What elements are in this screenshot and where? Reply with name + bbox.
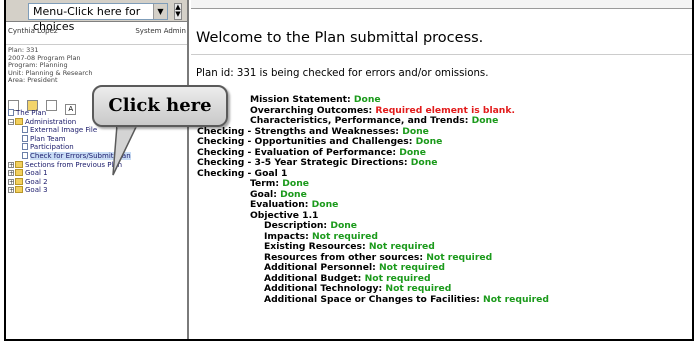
tree-item-goal-2[interactable]: + Goal 2 bbox=[8, 177, 131, 187]
check-status-ok: Done bbox=[410, 157, 438, 168]
user-role: System Admin bbox=[135, 27, 186, 35]
folder-icon bbox=[15, 177, 23, 185]
tree-item-label: Participation bbox=[30, 143, 74, 152]
menu-bar: Menu-Click here for choices ▼ ▲ ▼ bbox=[6, 0, 187, 33]
check-label: Objective 1.1 bbox=[250, 209, 319, 221]
page-icon bbox=[22, 143, 28, 151]
page-title: Welcome to the Plan submittal process. bbox=[196, 30, 484, 46]
check-status-ok: Done bbox=[415, 136, 443, 147]
page-icon bbox=[22, 134, 28, 142]
check-status-ok: Done bbox=[311, 199, 339, 210]
check-results-log: Mission Statement: Done Overarching Outco… bbox=[197, 94, 549, 306]
check-status-ok: Not required bbox=[311, 230, 378, 242]
chevron-down-icon[interactable]: ▼ bbox=[153, 4, 167, 19]
check-label: Existing Resources: bbox=[264, 241, 366, 252]
check-label: Term: bbox=[250, 178, 280, 189]
user-row: Cynthia Lopez System Admin bbox=[8, 27, 186, 35]
expand-icon[interactable]: + bbox=[8, 187, 14, 194]
check-label: Resources from other sources: bbox=[264, 251, 423, 263]
tree-item-label: Administration bbox=[25, 117, 77, 126]
scroll-handle-icon[interactable]: ▲ ▼ bbox=[174, 3, 182, 20]
page-icon bbox=[22, 126, 28, 134]
check-label: Characteristics, Performance, and Trends… bbox=[250, 115, 469, 126]
check-label: Description: bbox=[264, 220, 328, 231]
check-status-ok: Not required bbox=[483, 293, 549, 305]
page-icon bbox=[22, 151, 28, 159]
check-label: Mission Statement: bbox=[250, 94, 351, 105]
check-label: Additional Technology: bbox=[264, 283, 383, 294]
menu-select[interactable]: Menu-Click here for choices ▼ bbox=[28, 3, 168, 33]
check-label: Checking - Goal 1 bbox=[197, 167, 288, 179]
plan-info: Plan: 331 2007-08 Program Plan Program: … bbox=[8, 46, 93, 85]
tree-item-label: Goal 3 bbox=[25, 186, 48, 195]
divider bbox=[6, 44, 187, 45]
content-pane: Welcome to the Plan submittal process. P… bbox=[191, 0, 692, 339]
check-label: Goal: bbox=[250, 188, 277, 200]
check-status-ok: Not required bbox=[364, 272, 431, 284]
plan-info-line: Area: President bbox=[8, 76, 58, 84]
check-status-ok: Done bbox=[280, 188, 307, 200]
click-here-callout: Click here bbox=[92, 85, 228, 127]
collapse-icon[interactable]: − bbox=[8, 118, 14, 125]
globe-icon bbox=[8, 109, 14, 116]
check-label: Checking - Strengths and Weaknesses: bbox=[197, 125, 399, 137]
content-header-bar bbox=[191, 0, 692, 9]
tree-item-label: Goal 2 bbox=[25, 177, 48, 186]
check-label: Checking - Opportunities and Challenges: bbox=[197, 136, 413, 147]
check-label: Checking - Evaluation of Performance: bbox=[197, 146, 397, 158]
folder-icon bbox=[15, 169, 23, 177]
tree-item-label: Sections from Previous Plan bbox=[25, 160, 123, 169]
tree-item-label: Goal 1 bbox=[25, 169, 48, 178]
application-window: Menu-Click here for choices ▼ ▲ ▼ Cynthia… bbox=[4, 0, 694, 341]
check-label: Evaluation: bbox=[250, 199, 309, 210]
folder-icon bbox=[15, 186, 23, 194]
check-label: Overarching Outcomes: bbox=[250, 104, 373, 116]
check-label: Additional Budget: bbox=[264, 272, 362, 284]
navigation-pane: Menu-Click here for choices ▼ ▲ ▼ Cynthia… bbox=[6, 0, 189, 339]
check-label: Additional Personnel: bbox=[264, 262, 376, 273]
tree-root-label: The Plan bbox=[16, 109, 47, 117]
tree-item-label: External Image File bbox=[30, 126, 98, 135]
user-name: Cynthia Lopez bbox=[8, 27, 58, 35]
check-status-ok: Done bbox=[353, 94, 381, 105]
check-status-ok: Done bbox=[471, 115, 499, 126]
plan-id-text: Plan id: 331 is being checked for errors… bbox=[196, 68, 489, 79]
folder-icon bbox=[15, 160, 23, 168]
tree-item-label: Plan Team bbox=[30, 134, 66, 143]
check-status-ok: Not required bbox=[385, 283, 452, 294]
expand-icon[interactable]: + bbox=[8, 170, 14, 177]
check-status-ok: Not required bbox=[378, 262, 445, 273]
check-status-ok: Done bbox=[402, 125, 429, 137]
check-status-ok: Done bbox=[330, 220, 358, 231]
check-result-line: Additional Space or Changes to Facilitie… bbox=[197, 293, 549, 306]
check-result-line: Objective 1.1 bbox=[197, 209, 549, 222]
check-status-ok: Done bbox=[282, 178, 309, 189]
check-label: Checking - 3-5 Year Strategic Directions… bbox=[197, 157, 408, 168]
expand-icon[interactable]: + bbox=[8, 161, 14, 168]
check-label: Impacts: bbox=[264, 230, 309, 242]
check-status-ok: Not required bbox=[426, 251, 493, 263]
callout-pointer bbox=[112, 125, 138, 176]
check-status-ok: Not required bbox=[368, 241, 435, 252]
expand-icon[interactable]: + bbox=[8, 178, 14, 185]
tree-item-goal-3[interactable]: + Goal 3 bbox=[8, 186, 131, 195]
check-label: Additional Space or Changes to Facilitie… bbox=[264, 293, 480, 305]
divider bbox=[191, 54, 692, 55]
folder-icon bbox=[15, 117, 23, 125]
check-status-ok: Done bbox=[399, 146, 426, 158]
check-status-error: Required element is blank. bbox=[375, 104, 515, 116]
